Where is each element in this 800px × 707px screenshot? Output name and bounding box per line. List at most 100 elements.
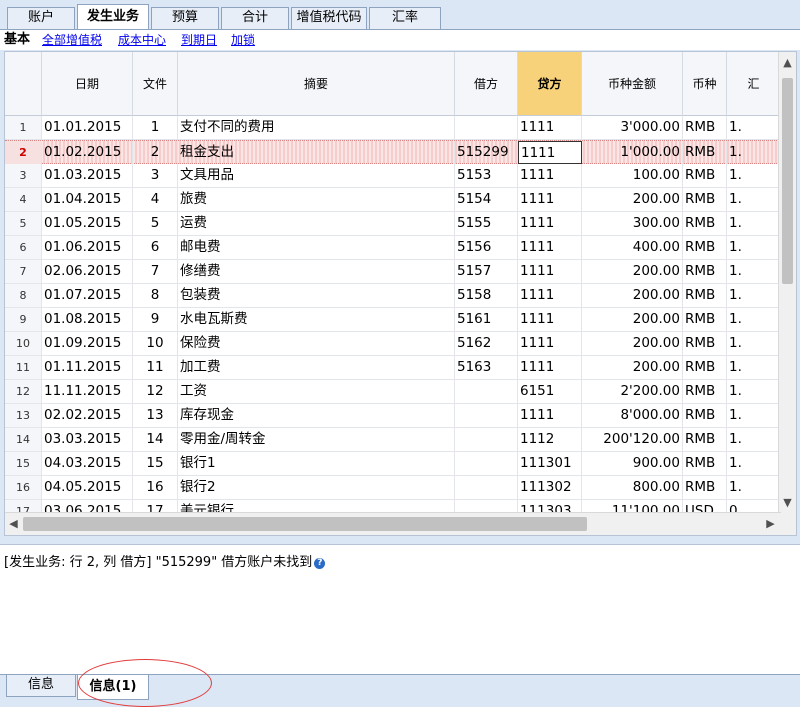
scroll-up-icon[interactable]: ▲ [779, 54, 796, 72]
scroll-down-icon[interactable]: ▼ [779, 494, 796, 512]
cell-currency[interactable]: RMB [683, 212, 727, 235]
cell-credit[interactable]: 1111 [518, 308, 582, 331]
cell-exchange-rate[interactable]: 1. [727, 164, 781, 187]
cell-doc[interactable]: 10 [133, 332, 178, 355]
cell-debit[interactable]: 5157 [455, 260, 518, 283]
cell-doc[interactable]: 7 [133, 260, 178, 283]
cell-debit[interactable]: 5161 [455, 308, 518, 331]
cell-exchange-rate[interactable]: 1. [727, 332, 781, 355]
header-currency-amount[interactable]: 币种金额 [582, 52, 683, 116]
cell-description[interactable]: 旅费 [178, 188, 455, 211]
cell-currency[interactable]: RMB [683, 332, 727, 355]
vertical-scroll-thumb[interactable] [782, 78, 793, 284]
cell-currency-amount[interactable]: 1'000.00 [582, 141, 683, 164]
cell-date[interactable]: 02.06.2015 [42, 260, 133, 283]
table-row[interactable]: 11 01.11.2015 11 加工费 5163 1111 200.00 RMB 1. [5, 356, 781, 380]
cell-currency[interactable]: RMB [683, 260, 727, 283]
cell-credit[interactable]: 111301 [518, 452, 582, 475]
scroll-left-icon[interactable]: ◀ [5, 515, 22, 533]
cell-currency[interactable]: RMB [683, 141, 727, 164]
cell-doc[interactable]: 2 [133, 141, 178, 164]
header-debit[interactable]: 借方 [455, 52, 518, 116]
cell-currency[interactable]: RMB [683, 308, 727, 331]
cell-doc[interactable]: 3 [133, 164, 178, 187]
table-row[interactable]: 2 01.02.2015 2 租金支出 515299 1111 1'000.00 RMB 1. [5, 140, 781, 164]
table-row[interactable]: 7 02.06.2015 7 修缮费 5157 1111 200.00 RMB 1. [5, 260, 781, 284]
cell-credit[interactable]: 1111 [518, 260, 582, 283]
cell-exchange-rate[interactable]: 1. [727, 212, 781, 235]
cell-currency-amount[interactable]: 8'000.00 [582, 404, 683, 427]
cell-doc[interactable]: 1 [133, 116, 178, 139]
table-row[interactable]: 4 01.04.2015 4 旅费 5154 1111 200.00 RMB 1. [5, 188, 781, 212]
cell-currency-amount[interactable]: 100.00 [582, 164, 683, 187]
cell-description[interactable]: 银行2 [178, 476, 455, 499]
cell-debit[interactable]: 5155 [455, 212, 518, 235]
header-currency[interactable]: 币种 [683, 52, 727, 116]
cell-credit[interactable]: 1111 [518, 116, 582, 139]
cell-doc[interactable]: 9 [133, 308, 178, 331]
cell-credit[interactable]: 111302 [518, 476, 582, 499]
cell-date[interactable]: 01.05.2015 [42, 212, 133, 235]
header-doc[interactable]: 文件 [133, 52, 178, 116]
cell-description[interactable]: 工资 [178, 380, 455, 403]
cell-currency-amount[interactable]: 900.00 [582, 452, 683, 475]
tab-totals[interactable]: 合计 [221, 7, 289, 29]
tab-vat-codes[interactable]: 增值税代码 [291, 7, 367, 29]
help-icon[interactable]: ? [314, 558, 326, 569]
cell-date[interactable]: 01.11.2015 [42, 356, 133, 379]
cell-date[interactable]: 01.07.2015 [42, 284, 133, 307]
table-row[interactable]: 5 01.05.2015 5 运费 5155 1111 300.00 RMB 1. [5, 212, 781, 236]
cell-currency-amount[interactable]: 2'200.00 [582, 380, 683, 403]
horizontal-scrollbar[interactable]: ◀ ▶ [5, 512, 781, 535]
cell-exchange-rate[interactable]: 1. [727, 476, 781, 499]
cell-doc[interactable]: 11 [133, 356, 178, 379]
cell-currency-amount[interactable]: 200.00 [582, 308, 683, 331]
info-message[interactable]: [发生业务: 行 2, 列 借方] "515299" 借方账户未找到? [4, 551, 326, 570]
cell-debit[interactable] [455, 380, 518, 403]
cell-exchange-rate[interactable]: 1. [727, 356, 781, 379]
cell-exchange-rate[interactable]: 1. [727, 308, 781, 331]
cell-debit[interactable] [455, 476, 518, 499]
header-exchange-rate[interactable]: 汇 [727, 52, 781, 116]
view-due-date[interactable]: 到期日 [181, 30, 217, 50]
cell-description[interactable]: 支付不同的费用 [178, 116, 455, 139]
cell-debit[interactable] [455, 452, 518, 475]
cell-description[interactable]: 租金支出 [178, 141, 455, 164]
cell-doc[interactable]: 15 [133, 452, 178, 475]
cell-doc[interactable]: 6 [133, 236, 178, 259]
cell-doc[interactable]: 16 [133, 476, 178, 499]
cell-currency-amount[interactable]: 200.00 [582, 188, 683, 211]
cell-currency[interactable]: RMB [683, 428, 727, 451]
header-credit[interactable]: 贷方 [518, 52, 582, 116]
cell-date[interactable]: 11.11.2015 [42, 380, 133, 403]
table-row[interactable]: 15 04.03.2015 15 银行1 111301 900.00 RMB 1. [5, 452, 781, 476]
cell-debit[interactable] [455, 428, 518, 451]
cell-date[interactable]: 01.01.2015 [42, 116, 133, 139]
cell-debit[interactable] [455, 404, 518, 427]
cell-currency[interactable]: RMB [683, 188, 727, 211]
view-all-vat[interactable]: 全部增值税 [42, 30, 102, 50]
view-basic[interactable]: 基本 [4, 30, 30, 50]
cell-debit[interactable]: 5154 [455, 188, 518, 211]
cell-description[interactable]: 银行1 [178, 452, 455, 475]
table-row[interactable]: 10 01.09.2015 10 保险费 5162 1111 200.00 RMB 1. [5, 332, 781, 356]
cell-currency-amount[interactable]: 3'000.00 [582, 116, 683, 139]
tab-info[interactable]: 信息 [6, 675, 76, 697]
cell-credit[interactable]: 1111 [518, 356, 582, 379]
cell-debit[interactable]: 5162 [455, 332, 518, 355]
cell-description[interactable]: 运费 [178, 212, 455, 235]
transactions-table[interactable]: 日期 文件 摘要 借方 贷方 币种金额 币种 汇 1 01.01.2015 1 支付不… [4, 51, 797, 536]
cell-description[interactable]: 库存现金 [178, 404, 455, 427]
cell-currency-amount[interactable]: 400.00 [582, 236, 683, 259]
cell-date[interactable]: 01.09.2015 [42, 332, 133, 355]
cell-currency[interactable]: RMB [683, 236, 727, 259]
cell-credit[interactable]: 1111 [518, 404, 582, 427]
cell-doc[interactable]: 14 [133, 428, 178, 451]
cell-currency-amount[interactable]: 300.00 [582, 212, 683, 235]
tab-exchange-rates[interactable]: 汇率 [369, 7, 441, 29]
cell-exchange-rate[interactable]: 1. [727, 141, 781, 164]
scroll-right-icon[interactable]: ▶ [762, 515, 779, 533]
cell-currency-amount[interactable]: 200'120.00 [582, 428, 683, 451]
cell-currency[interactable]: RMB [683, 164, 727, 187]
cell-credit[interactable]: 1111 [518, 141, 582, 164]
